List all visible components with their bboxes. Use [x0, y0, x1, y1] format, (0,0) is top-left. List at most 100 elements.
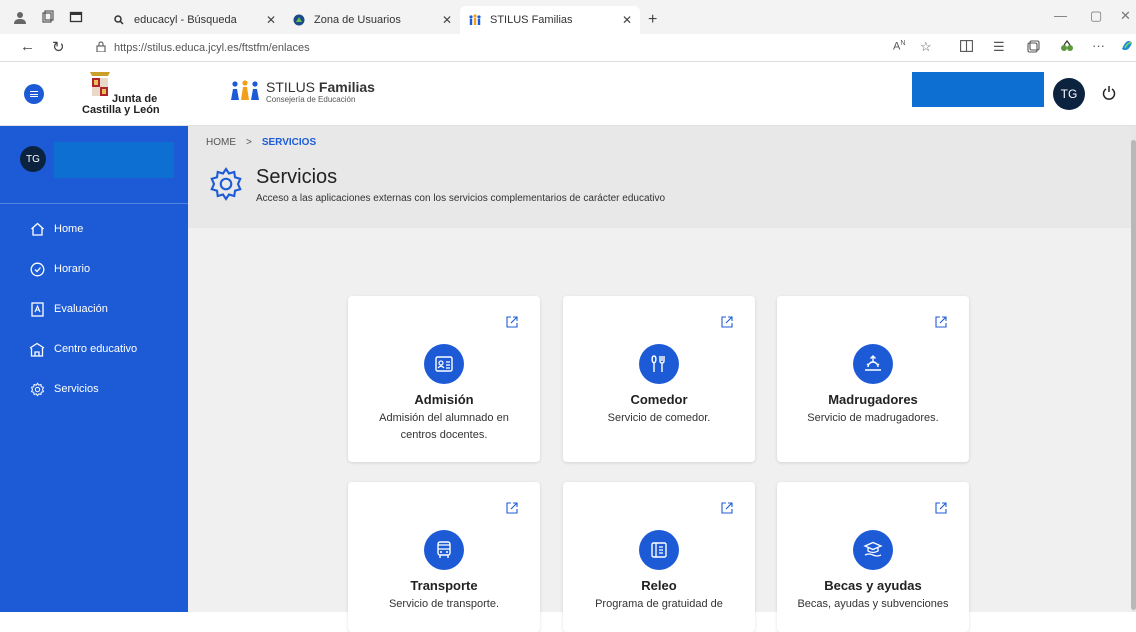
service-card-admision[interactable]: Admisión Admisión del alumnado en centro… [348, 296, 540, 462]
admission-icon [424, 344, 464, 384]
breadcrumb-current: SERVICIOS [261, 137, 317, 148]
sidebar-item-label: Horario [54, 263, 91, 275]
sidebar-item-horario[interactable]: Horario [28, 260, 90, 278]
workspaces-icon[interactable] [40, 9, 56, 25]
external-link-icon[interactable] [721, 316, 733, 328]
sidebar-item-centro-educativo[interactable]: Centro educativo [28, 340, 137, 358]
service-title: Madrugadores [828, 392, 918, 407]
scrollbar-thumb[interactable] [1131, 140, 1136, 610]
sidebar-item-label: Home [54, 223, 84, 235]
lock-icon [96, 41, 106, 55]
external-link-icon[interactable] [935, 316, 947, 328]
avatar[interactable]: TG [1053, 78, 1085, 110]
cutlery-icon [639, 344, 679, 384]
reload-icon[interactable]: ↻ [52, 38, 65, 56]
external-link-icon[interactable] [721, 502, 733, 514]
external-link-icon[interactable] [935, 502, 947, 514]
scholarship-icon [853, 530, 893, 570]
more-options-icon[interactable]: ··· [1092, 38, 1105, 53]
breadcrumb-home-link[interactable]: HOME [206, 137, 236, 148]
avatar[interactable]: TG [20, 146, 46, 172]
new-tab-button[interactable]: + [640, 6, 670, 34]
gear-icon [28, 380, 46, 398]
service-card-transporte[interactable]: Transporte Servicio de transporte. [348, 482, 540, 632]
service-description: Servicio de comedor. [607, 412, 711, 424]
service-title: Releo [641, 578, 677, 593]
favorite-star-icon[interactable]: ☆ [920, 39, 932, 55]
external-link-icon[interactable] [506, 502, 518, 514]
bus-icon [424, 530, 464, 570]
service-card-madrugadores[interactable]: Madrugadores Servicio de madrugadores. [777, 296, 969, 462]
sidebar-item-label: Servicios [54, 383, 99, 395]
service-card-becas-ayudas[interactable]: Becas y ayudas Becas, ayudas y subvencio… [777, 482, 969, 632]
sidebar-item-evaluacion[interactable]: Evaluación [28, 300, 108, 318]
breadcrumb-separator: > [246, 137, 252, 148]
sidebar-item-servicios[interactable]: Servicios [28, 380, 99, 398]
sidebar-item-label: Centro educativo [54, 343, 138, 355]
redacted-user-name [54, 142, 174, 178]
service-title: Comedor [630, 392, 688, 407]
stilus-favicon-icon [468, 13, 482, 27]
breadcrumb: HOME > SERVICIOS [206, 137, 316, 148]
stilus-logo-icon [231, 80, 259, 100]
sidebar: TG Home Horario Evaluación Centro educat… [0, 126, 188, 612]
sidebar-item-home[interactable]: Home [28, 220, 83, 238]
tab-educacyl[interactable]: educacyl - Búsqueda ✕ [104, 6, 284, 34]
back-icon[interactable]: ← [20, 38, 35, 55]
tab-label: Zona de Usuarios [314, 14, 401, 26]
book-icon [639, 530, 679, 570]
url-field[interactable]: https://stilus.educa.jcyl.es/ftstfm/enla… [96, 41, 310, 55]
favorites-list-icon[interactable]: ☰ [993, 39, 1005, 55]
home-icon [28, 220, 46, 238]
service-description: Programa de gratuidad de [595, 598, 723, 610]
copilot-icon[interactable] [1120, 39, 1134, 56]
close-icon[interactable]: ✕ [442, 13, 452, 27]
tab-label: STILUS Familias [490, 14, 573, 26]
tab-stilus-familias[interactable]: STILUS Familias ✕ [460, 6, 640, 34]
close-icon[interactable]: ✕ [622, 13, 632, 27]
collections-icon[interactable] [1027, 40, 1040, 56]
menu-toggle-button[interactable] [24, 84, 44, 104]
school-icon [28, 340, 46, 358]
sidebar-item-label: Evaluación [54, 303, 108, 315]
clock-icon [28, 260, 46, 278]
service-description: Servicio de madrugadores. [807, 412, 939, 424]
sunrise-icon [853, 344, 893, 384]
tab-label: educacyl - Búsqueda [134, 14, 237, 26]
read-aloud-icon[interactable]: AN [893, 40, 905, 53]
page-title: Servicios [256, 166, 338, 188]
app-name: STILUS Familias [266, 79, 375, 95]
page-subtitle: Acceso a las aplicaciones externas con l… [256, 193, 666, 204]
restore-icon[interactable]: ▢ [1090, 8, 1102, 24]
minimize-icon[interactable]: — [1054, 8, 1067, 23]
services-gear-icon [210, 167, 242, 201]
close-window-icon[interactable]: ✕ [1120, 8, 1131, 24]
redacted-user-name [912, 72, 1044, 107]
tab-zona-usuarios[interactable]: Zona de Usuarios ✕ [284, 6, 460, 34]
app-header: Junta de Castilla y León STILUS Familias… [0, 62, 1136, 126]
external-link-icon[interactable] [506, 316, 518, 328]
service-title: Becas y ayudas [824, 578, 922, 593]
service-description: Admisión del alumnado en centros docente… [379, 412, 509, 441]
search-icon [112, 13, 126, 27]
profile-icon[interactable] [12, 9, 28, 25]
app-subtitle: Consejería de Educación [266, 95, 356, 104]
service-description: Becas, ayudas y subvenciones [797, 598, 949, 610]
main-content: HOME > SERVICIOS Servicios Acceso a las … [188, 126, 1132, 632]
service-title: Admisión [414, 392, 474, 407]
service-description: Servicio de transporte. [388, 598, 500, 610]
tab-actions-icon[interactable] [68, 9, 84, 25]
split-screen-icon[interactable] [960, 40, 973, 55]
report-icon [28, 300, 46, 318]
service-card-releo[interactable]: Releo Programa de gratuidad de [563, 482, 755, 632]
page-header: HOME > SERVICIOS Servicios Acceso a las … [188, 126, 1132, 228]
sidebar-user: TG [0, 126, 188, 204]
logout-power-icon[interactable] [1102, 85, 1116, 105]
close-icon[interactable]: ✕ [266, 13, 276, 27]
service-card-comedor[interactable]: Comedor Servicio de comedor. [563, 296, 755, 462]
site-favicon-icon [292, 13, 306, 27]
extension-icon[interactable] [1060, 40, 1074, 55]
org-name: Junta de Castilla y León [82, 93, 160, 116]
service-title: Transporte [410, 578, 478, 593]
url-text: https://stilus.educa.jcyl.es/ftstfm/enla… [114, 42, 310, 54]
